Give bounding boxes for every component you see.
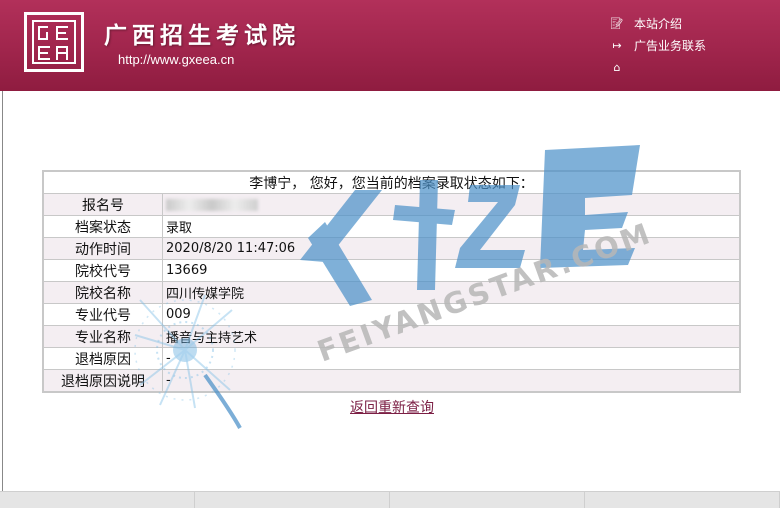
home-link[interactable]: ⌂ <box>610 56 706 78</box>
row-value: - <box>162 369 741 393</box>
table-row: 退档原因说明 - <box>42 369 741 393</box>
table-row: 院校代号 13669 <box>42 259 741 282</box>
about-link-label: 本站介绍 <box>634 16 683 31</box>
row-label: 动作时间 <box>42 237 163 260</box>
table-row: 报名号 <box>42 193 741 216</box>
site-header: 广西招生考试院 http://www.gxeea.cn 📝︎ 本站介绍 ↦ 广告… <box>0 0 780 91</box>
row-label: 报名号 <box>42 193 163 216</box>
footer-segment <box>390 492 585 508</box>
row-label: 退档原因 <box>42 347 163 370</box>
site-title: 广西招生考试院 <box>104 22 300 49</box>
site-url: http://www.gxeea.cn <box>118 52 235 67</box>
edit-note-icon: 📝︎ <box>610 16 624 30</box>
row-value: 009 <box>162 303 741 326</box>
footer-segment <box>195 492 390 508</box>
page-left-border <box>2 91 3 491</box>
table-row: 动作时间 2020/8/20 11:47:06 <box>42 237 741 260</box>
redacted-registration-number <box>166 198 258 211</box>
registration-number-value <box>162 193 741 216</box>
row-value: 四川传媒学院 <box>162 281 741 304</box>
row-value: 播音与主持艺术 <box>162 325 741 348</box>
home-icon: ⌂ <box>613 60 621 74</box>
admission-status-table: 李博宁， 您好，您当前的档案录取状态如下： 报名号 档案状态 录取 动作时间 2… <box>42 170 741 393</box>
row-label: 院校代号 <box>42 259 163 282</box>
row-value: - <box>162 347 741 370</box>
row-value: 13669 <box>162 259 741 282</box>
table-row: 专业名称 播音与主持艺术 <box>42 325 741 348</box>
header-links: 📝︎ 本站介绍 ↦ 广告业务联系 ⌂ <box>610 12 706 78</box>
ad-contact-link[interactable]: ↦ 广告业务联系 <box>610 34 706 56</box>
row-label: 专业代号 <box>42 303 163 326</box>
row-label: 退档原因说明 <box>42 369 163 393</box>
row-label: 档案状态 <box>42 215 163 238</box>
table-row: 退档原因 - <box>42 347 741 370</box>
row-label: 院校名称 <box>42 281 163 304</box>
requery-link[interactable]: 返回重新查询 <box>42 397 742 417</box>
footer-bar <box>0 491 780 508</box>
table-row: 档案状态 录取 <box>42 215 741 238</box>
table-row: 院校名称 四川传媒学院 <box>42 281 741 304</box>
about-link[interactable]: 📝︎ 本站介绍 <box>610 12 706 34</box>
ad-contact-link-label: 广告业务联系 <box>634 38 707 53</box>
row-label: 专业名称 <box>42 325 163 348</box>
row-value: 2020/8/20 11:47:06 <box>162 237 741 260</box>
table-row: 专业代号 009 <box>42 303 741 326</box>
main-content: 李博宁， 您好，您当前的档案录取状态如下： 报名号 档案状态 录取 动作时间 2… <box>42 170 742 417</box>
row-value: 录取 <box>162 215 741 238</box>
footer-segment <box>585 492 780 508</box>
gxeea-logo[interactable] <box>24 12 84 72</box>
footer-segment <box>0 492 195 508</box>
greeting-text: 李博宁， 您好，您当前的档案录取状态如下： <box>42 170 741 194</box>
exit-arrow-icon: ↦ <box>612 38 622 52</box>
